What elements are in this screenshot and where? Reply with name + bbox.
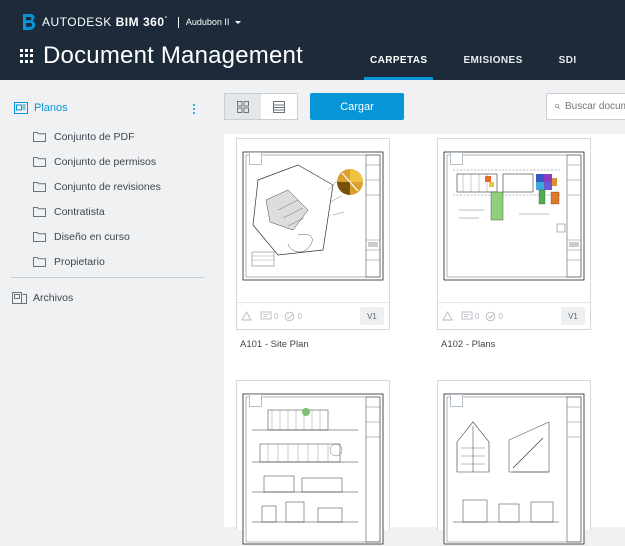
markups-value: 0 [274,311,279,321]
main-content: Cargar Buscar documentos 0 0 V1 A101 - S… [212,80,625,545]
warning-icon [241,311,252,321]
product-name: BIM 360 [115,15,165,29]
bim360-logo-icon[interactable] [22,13,36,31]
document-card-a101[interactable]: 0 0 V1 [236,138,390,330]
markups-count: 0 [260,311,278,321]
folder-icon [33,157,46,167]
project-name: Audubon II [185,17,230,27]
sidebar-item-label: Conjunto de revisiones [54,180,161,193]
reviews-value: 0 [297,311,302,321]
reviews-count: 0 [284,311,302,322]
select-checkbox[interactable] [249,152,262,165]
list-view-icon [273,100,285,113]
document-grid: 0 0 V1 A101 - Site Plan 0 0 V1 A102 - Pl… [224,134,625,545]
sidebar-item-label: Propietario [54,255,105,268]
chevron-down-icon [235,20,242,24]
sidebar-item-label: Archivos [33,292,74,304]
search-icon [555,104,560,109]
project-selector[interactable]: Audubon II [186,17,242,27]
brand-row: AUTODESK BIM 360° Audubon II [22,12,242,32]
document-title[interactable]: A102 - Plans [441,339,495,350]
folder-sidebar: Planos Conjunto de PDF Conjunto de permi… [0,80,212,527]
document-card-elevations[interactable] [236,380,390,545]
sidebar-item-label: Diseño en curso [54,230,130,243]
brand-text: AUTODESK BIM 360° [42,15,168,29]
folder-list: Conjunto de PDF Conjunto de permisos Con… [33,124,161,274]
files-icon [12,292,27,304]
review-check-icon [285,311,295,321]
sidebar-item-propietario[interactable]: Propietario [33,249,161,274]
sidebar-item-conjunto-de-revisiones[interactable]: Conjunto de revisiones [33,174,161,199]
review-check-icon [486,311,496,321]
module-tabs: CARPETAS EMISIONES SDI [352,50,595,80]
document-card-a102[interactable]: 0 0 V1 [437,138,591,330]
sidebar-item-diseno-en-curso[interactable]: Diseño en curso [33,224,161,249]
sidebar-item-conjunto-de-pdf[interactable]: Conjunto de PDF [33,124,161,149]
tab-emisiones[interactable]: EMISIONES [445,50,540,80]
comment-icon [260,311,272,320]
toolbar: Cargar [224,93,404,120]
sidebar-divider [11,277,204,278]
app-title-row: Document Management [20,42,303,70]
list-view-button[interactable] [261,94,297,119]
document-title[interactable]: A101 - Site Plan [240,339,309,350]
reviews-count: 0 [485,311,503,322]
markups-count: 0 [461,311,479,321]
comment-icon [461,311,473,320]
sidebar-item-contratista[interactable]: Contratista [33,199,161,224]
folder-icon [33,132,46,142]
app-header: AUTODESK BIM 360° Audubon II Document Ma… [0,0,625,80]
reviews-value: 0 [498,311,503,321]
issues-count [442,311,455,321]
tab-sdi[interactable]: SDI [541,50,595,80]
tab-carpetas[interactable]: CARPETAS [352,50,445,80]
plans-icon [14,102,28,114]
sidebar-item-label: Contratista [54,205,105,218]
markups-value: 0 [475,311,480,321]
folder-icon [33,207,46,217]
view-toggle [224,93,298,120]
version-badge[interactable]: V1 [561,307,585,325]
search-box[interactable] [546,93,625,120]
folder-icon [33,182,46,192]
sidebar-item-label: Conjunto de permisos [54,155,157,168]
folder-icon [33,257,46,267]
grid-view-icon [237,100,249,113]
search-input[interactable] [565,101,625,112]
trademark: ° [164,16,168,23]
select-checkbox[interactable] [450,394,463,407]
folder-icon [33,232,46,242]
sidebar-item-planos[interactable]: Planos [14,102,68,114]
upload-button[interactable]: Cargar [310,93,404,120]
sidebar-item-label: Conjunto de PDF [54,130,135,143]
sidebar-item-label: Planos [34,102,68,114]
select-checkbox[interactable] [450,152,463,165]
grid-view-button[interactable] [225,94,261,119]
select-checkbox[interactable] [249,394,262,407]
issues-count [241,311,254,321]
brand-name: AUTODESK [42,15,112,29]
brand-separator [177,16,179,28]
warning-icon [442,311,453,321]
sidebar-item-archivos[interactable]: Archivos [12,292,73,304]
page-title: Document Management [43,42,303,69]
app-switcher-grid-icon[interactable] [20,49,34,63]
sidebar-item-conjunto-de-permisos[interactable]: Conjunto de permisos [33,149,161,174]
document-card-sections[interactable] [437,380,591,545]
more-options-icon[interactable] [193,104,196,116]
version-badge[interactable]: V1 [360,307,384,325]
